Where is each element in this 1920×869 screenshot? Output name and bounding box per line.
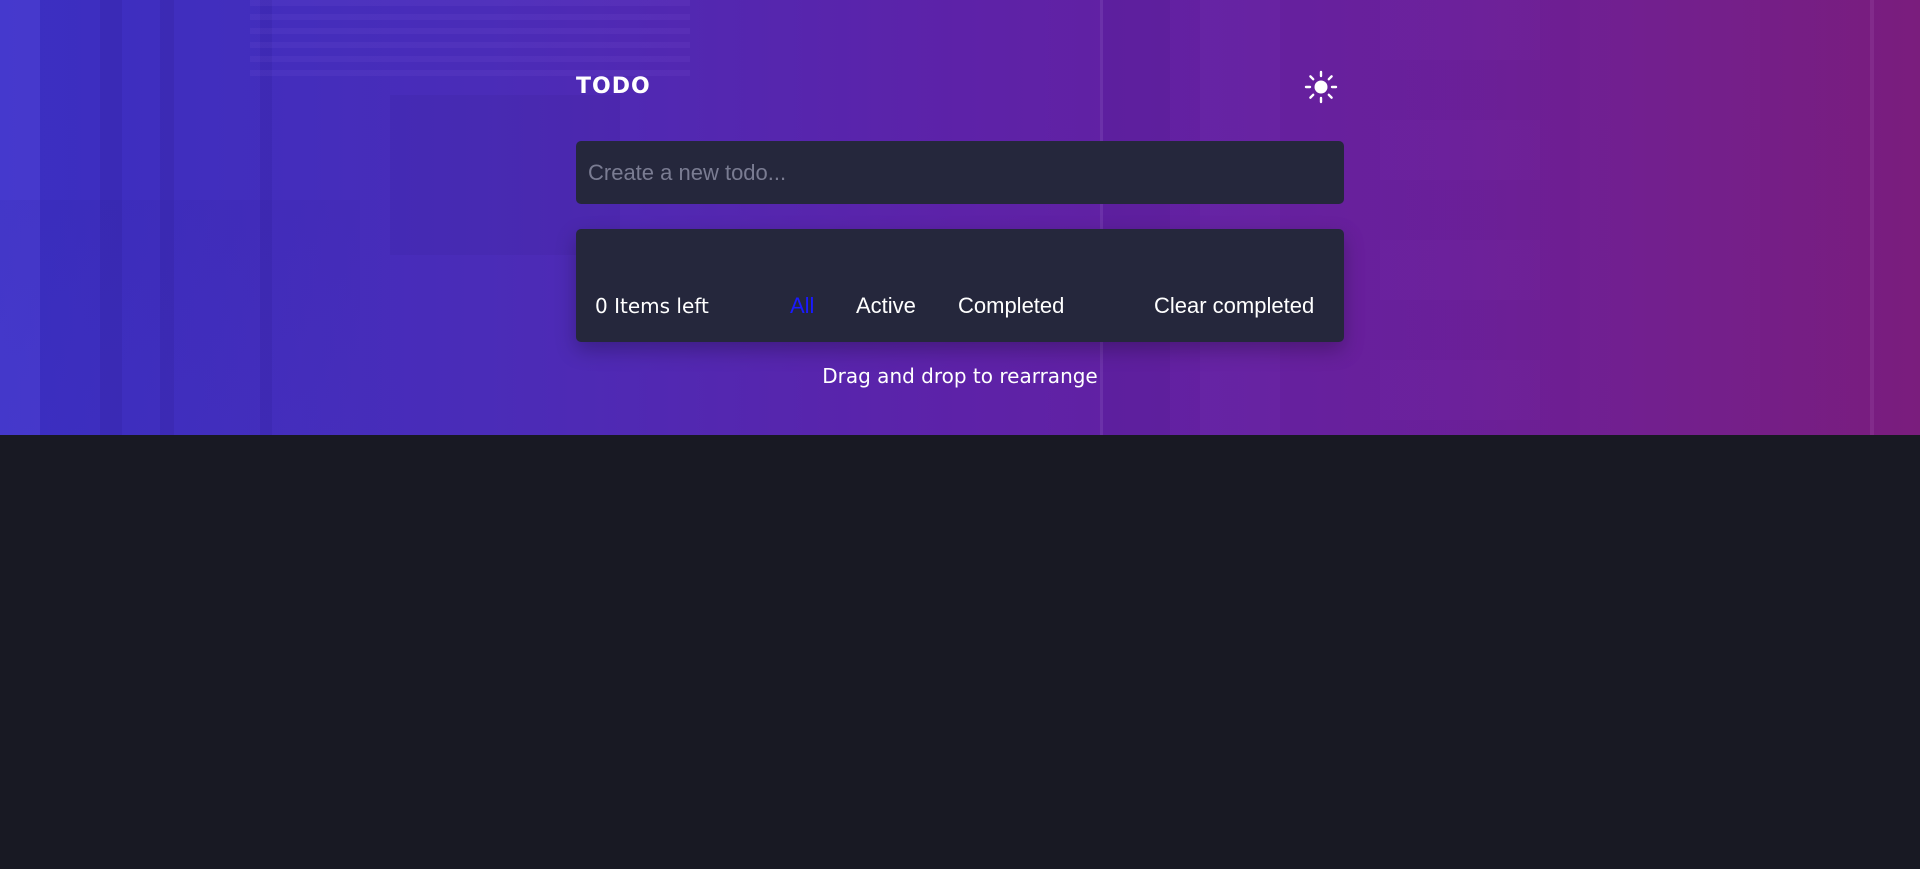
header: TODO <box>576 70 1344 104</box>
sun-icon <box>1304 70 1338 104</box>
new-todo-input[interactable] <box>576 141 1344 204</box>
items-left-count: 0 Items left <box>595 294 709 318</box>
clear-completed-button[interactable]: Clear completed <box>1154 293 1314 319</box>
list-footer: 0 Items left All Active Completed Clear … <box>576 291 1344 321</box>
todo-list-panel: 0 Items left All Active Completed Clear … <box>576 229 1344 342</box>
app-title: TODO <box>576 74 651 99</box>
filter-active[interactable]: Active <box>856 293 916 319</box>
theme-toggle-button[interactable] <box>1304 70 1338 104</box>
filter-completed[interactable]: Completed <box>958 293 1064 319</box>
filter-all[interactable]: All <box>790 293 814 319</box>
drag-drop-hint: Drag and drop to rearrange <box>822 364 1098 388</box>
